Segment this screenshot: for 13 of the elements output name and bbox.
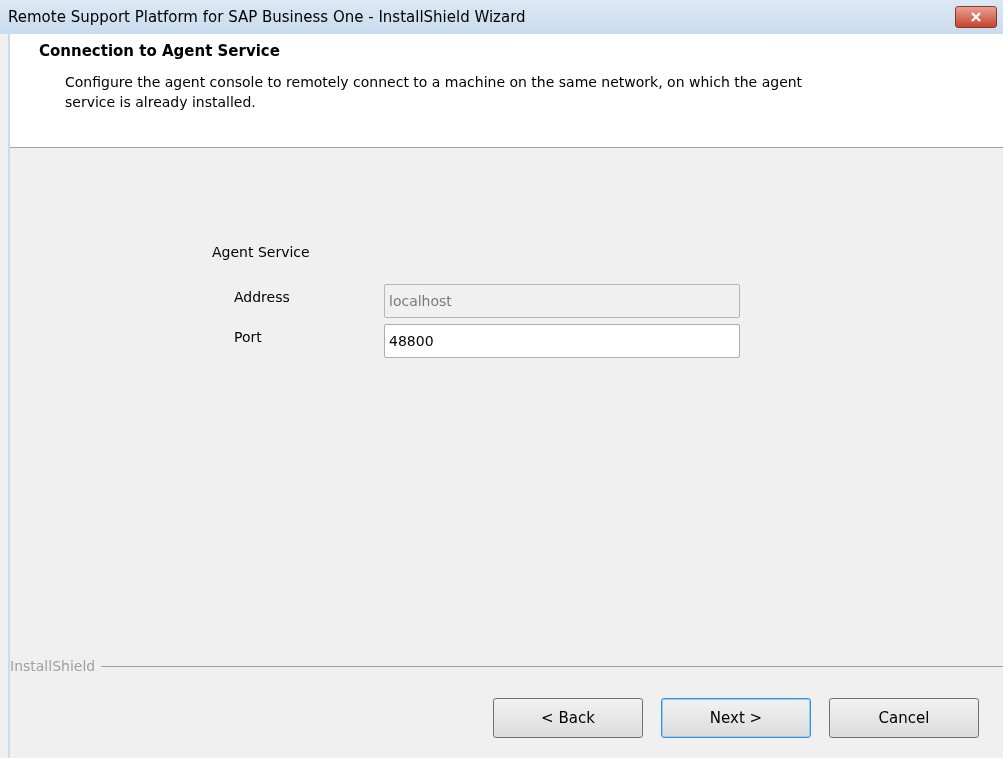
page-heading: Connection to Agent Service: [39, 42, 281, 60]
close-button[interactable]: [955, 6, 997, 28]
wizard-button[interactable]: Next >: [661, 698, 811, 738]
close-icon: [970, 12, 982, 22]
window-title: Remote Support Platform for SAP Business One - InstallShield Wizard: [8, 8, 526, 26]
wizard-button[interactable]: Cancel: [829, 698, 979, 738]
field-label: Address: [234, 289, 291, 305]
group-label: Agent Service: [212, 244, 311, 260]
brand-label: InstallShield: [10, 658, 96, 674]
wizard-button[interactable]: < Back: [493, 698, 643, 738]
page-description: Configure the agent console to remotely connect to a machine on the same network, on which the agent service is already installed.: [65, 73, 804, 112]
input-field[interactable]: 48800: [384, 324, 740, 358]
field-label: Port: [234, 329, 263, 345]
